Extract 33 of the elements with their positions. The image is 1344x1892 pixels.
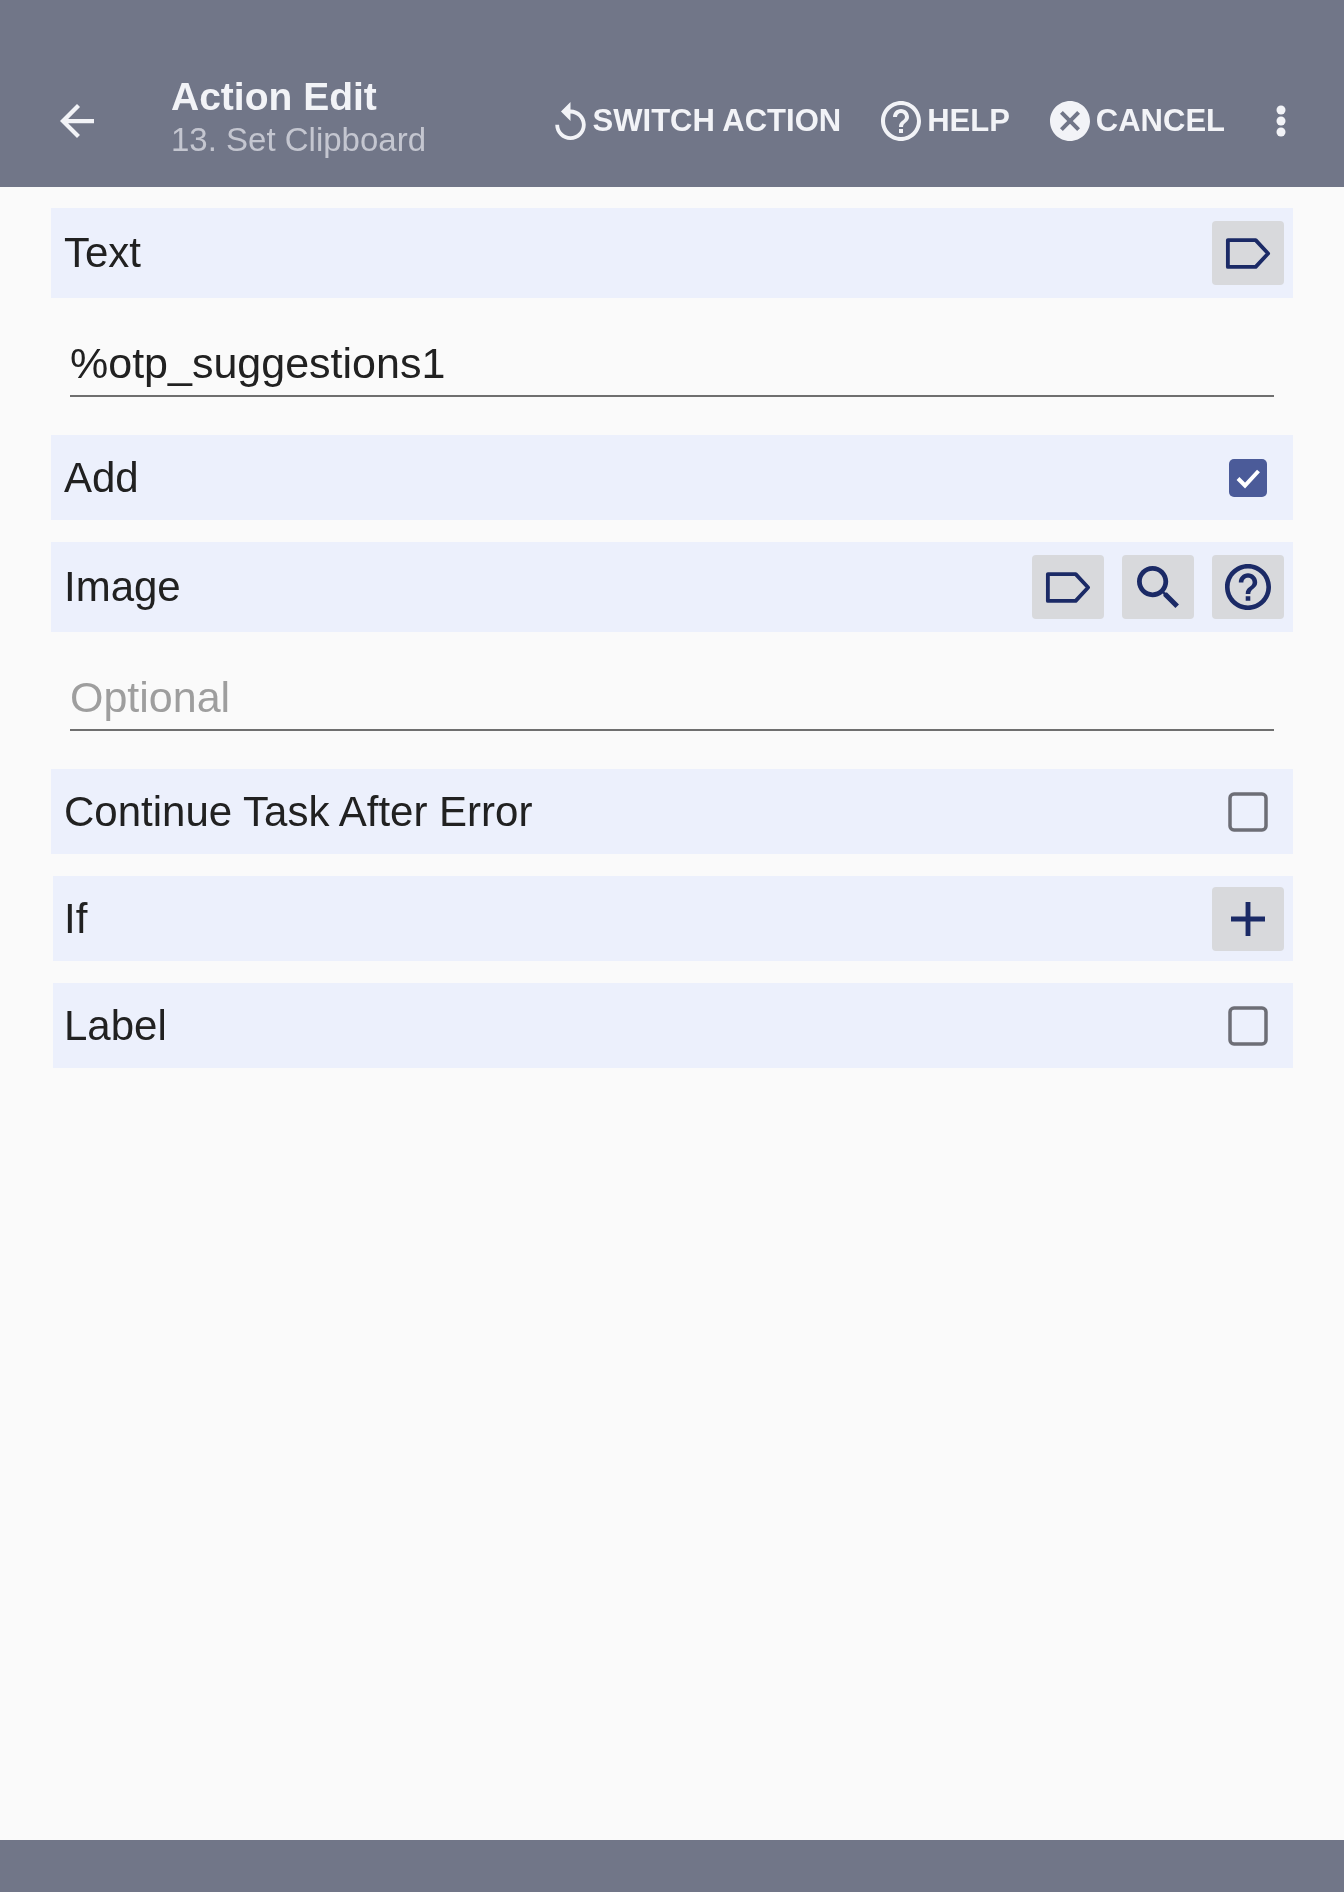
checkbox[interactable] bbox=[1228, 457, 1268, 498]
tag-button[interactable] bbox=[1032, 555, 1104, 619]
cancel-button[interactable]: CANCEL bbox=[1049, 100, 1225, 141]
text-input-field[interactable]: %otp_suggestions1 bbox=[70, 338, 1274, 397]
close-icon bbox=[1049, 100, 1090, 141]
plus-icon bbox=[1231, 901, 1265, 936]
text-input-field[interactable]: Optional bbox=[70, 672, 1274, 731]
tag-button[interactable] bbox=[1212, 221, 1284, 285]
back-arrow-icon bbox=[60, 103, 94, 138]
checkbox[interactable] bbox=[1228, 791, 1268, 832]
switch-action-button[interactable]: SWITCH ACTION bbox=[553, 100, 842, 141]
setting-label: Text bbox=[64, 228, 143, 278]
screen-subtitle: 13. Set Clipboard bbox=[171, 119, 426, 160]
search-button[interactable] bbox=[1122, 555, 1194, 619]
help-button[interactable] bbox=[1212, 555, 1284, 619]
circular-arrow-icon bbox=[553, 100, 587, 141]
setting-label: If bbox=[64, 893, 89, 944]
setting-label: Image bbox=[64, 562, 182, 612]
tag-icon bbox=[1045, 570, 1091, 604]
more-options-button[interactable] bbox=[1276, 104, 1286, 137]
help-button[interactable]: HELP bbox=[881, 100, 1010, 141]
help-icon bbox=[881, 100, 922, 141]
screen-title: Action Edit bbox=[171, 73, 378, 120]
add-button[interactable] bbox=[1212, 886, 1284, 951]
search-icon bbox=[1137, 566, 1179, 608]
help-icon bbox=[1225, 564, 1271, 610]
more-options-icon bbox=[1276, 104, 1286, 137]
setting-label: Label bbox=[64, 1000, 168, 1051]
tag-icon bbox=[1225, 236, 1271, 270]
checkbox[interactable] bbox=[1228, 1005, 1268, 1046]
back-button[interactable] bbox=[60, 103, 94, 138]
setting-label: Add bbox=[64, 452, 140, 503]
setting-label: Continue Task After Error bbox=[64, 786, 534, 837]
